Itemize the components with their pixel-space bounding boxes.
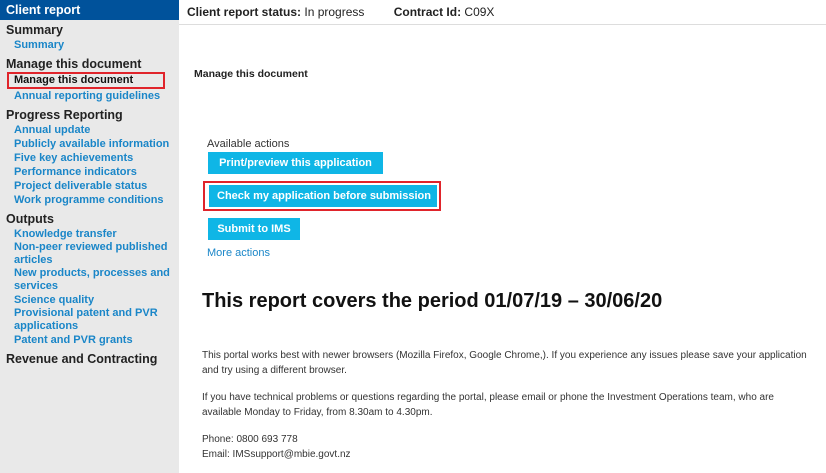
more-actions-link[interactable]: More actions xyxy=(207,247,270,259)
section-title-progress: Progress Reporting xyxy=(6,108,123,122)
sidebar-item-manage-document-label: Manage this document xyxy=(7,72,165,89)
sidebar: Client report Summary Summary Manage thi… xyxy=(0,0,179,473)
sidebar-item-science-quality[interactable]: Science quality xyxy=(0,293,179,307)
sidebar-item-annual-guidelines[interactable]: Annual reporting guidelines xyxy=(0,89,179,103)
browser-notice: This portal works best with newer browse… xyxy=(202,350,807,376)
section-title-revenue: Revenue and Contracting xyxy=(6,352,158,366)
contact-info: Phone: 0800 693 778 Email: IMSsupport@mb… xyxy=(202,432,812,462)
section-title-outputs: Outputs xyxy=(6,212,54,226)
print-preview-button[interactable]: Print/preview this application xyxy=(208,152,383,174)
sidebar-item-performance-indicators[interactable]: Performance indicators xyxy=(0,165,179,179)
check-application-button[interactable]: Check my application before submission xyxy=(209,185,437,207)
sidebar-item-non-peer-articles[interactable]: Non-peer reviewed published articles xyxy=(0,241,179,267)
sidebar-header: Client report xyxy=(0,0,179,20)
phone-text: Phone: 0800 693 778 xyxy=(202,434,298,445)
submit-to-ims-button[interactable]: Submit to IMS xyxy=(208,218,300,240)
sidebar-item-public-info[interactable]: Publicly available information xyxy=(0,137,179,151)
status-value: In progress xyxy=(304,5,365,19)
status-label: Client report status: xyxy=(187,5,302,19)
sidebar-item-summary[interactable]: Summary xyxy=(0,38,179,52)
available-actions-label: Available actions xyxy=(207,138,290,150)
email-text: Email: IMSsupport@mbie.govt.nz xyxy=(202,449,351,460)
page-title: Manage this document xyxy=(194,68,308,80)
check-button-highlight: Check my application before submission xyxy=(203,181,441,211)
sidebar-item-patent-grants[interactable]: Patent and PVR grants xyxy=(0,333,179,347)
sidebar-item-five-achievements[interactable]: Five key achievements xyxy=(0,151,179,165)
section-title-summary: Summary xyxy=(6,23,63,37)
sidebar-item-provisional-patent[interactable]: Provisional patent and PVR applications xyxy=(0,307,179,333)
status-bar: Client report status: In progress Contra… xyxy=(179,0,826,25)
sidebar-item-new-products[interactable]: New products, processes and services xyxy=(0,267,179,293)
sidebar-item-manage-document[interactable]: Manage this document xyxy=(0,72,179,89)
contract-value: C09X xyxy=(464,5,495,19)
support-notice: If you have technical problems or questi… xyxy=(202,392,774,418)
period-heading: This report covers the period 01/07/19 –… xyxy=(202,290,663,312)
sidebar-item-annual-update[interactable]: Annual update xyxy=(0,123,179,137)
sidebar-item-work-programme[interactable]: Work programme conditions xyxy=(0,193,179,207)
sidebar-item-deliverable-status[interactable]: Project deliverable status xyxy=(0,179,179,193)
section-title-manage: Manage this document xyxy=(6,57,142,71)
contract-label: Contract Id: xyxy=(393,5,462,19)
sidebar-item-knowledge-transfer[interactable]: Knowledge transfer xyxy=(0,227,179,241)
